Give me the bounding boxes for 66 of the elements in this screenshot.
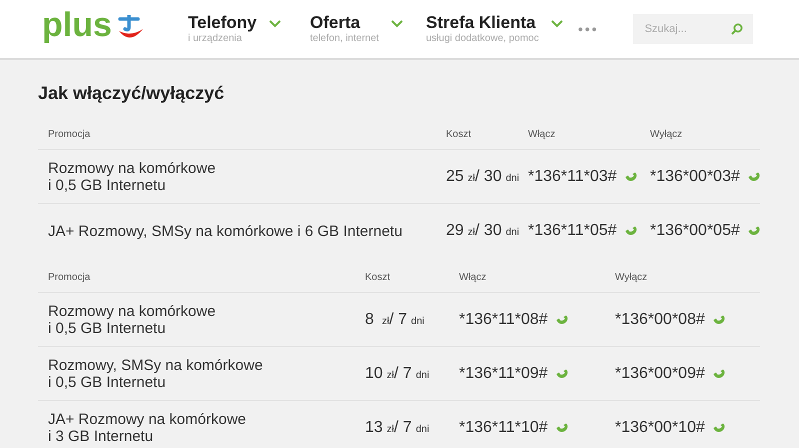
cost-period-unit: dni xyxy=(506,226,520,240)
chevron-down-icon xyxy=(390,20,403,28)
dial-code: *136*11*10# xyxy=(459,418,548,438)
promotion-name: i 3 GB Internetu xyxy=(48,428,154,445)
promotion-name: i 0,5 GB Internetu xyxy=(48,374,167,390)
phone-icon xyxy=(556,314,569,324)
dial-code: *136*11*08# xyxy=(459,310,548,330)
dial-code: *136*00*09# xyxy=(615,364,705,384)
column-header: Wyłącz xyxy=(650,128,684,142)
promotion-name: Rozmowy, SMSy na komórkowe xyxy=(48,356,264,374)
cost-amount: 8 xyxy=(365,310,375,330)
dial-code: *136*11*05# xyxy=(528,221,617,241)
dial-code: *136*00*08# xyxy=(615,310,705,330)
column-header: Promocja xyxy=(48,271,92,285)
cost-period-unit: dni xyxy=(506,172,520,186)
nav-menu-item[interactable]: Oferta telefon, internet xyxy=(310,12,426,46)
section-heading: Jak włączyć/wyłączyć xyxy=(38,82,226,105)
cost-period: / 30 xyxy=(475,221,502,241)
phone-icon xyxy=(712,314,726,324)
phone-icon xyxy=(748,226,761,236)
column-header: Koszt xyxy=(446,128,472,142)
cost-amount: 10 xyxy=(365,364,383,384)
cost-period: / 7 xyxy=(394,418,412,438)
cost-currency: zł xyxy=(386,424,394,437)
cost-period-unit: dni xyxy=(411,314,424,328)
dial-code: *136*00*05# xyxy=(650,221,740,241)
column-header: Koszt xyxy=(365,271,392,285)
promotion-name: i 0,5 GB Internetu xyxy=(48,176,167,194)
phone-icon xyxy=(624,172,638,182)
column-header: Wyłącz xyxy=(615,271,648,285)
cost-period: / 7 xyxy=(389,310,408,330)
cost-currency: zł xyxy=(468,172,476,186)
phone-icon xyxy=(556,368,569,378)
column-header: Włącz xyxy=(459,271,488,285)
cost-amount: 25 xyxy=(446,166,464,186)
cost-amount: 13 xyxy=(365,418,383,438)
nav-menu-item[interactable]: Strefa Klienta usługi dodatkowe, pomoc xyxy=(426,12,578,46)
cost-currency: zł xyxy=(386,370,394,382)
dial-code: *136*11*03# xyxy=(528,166,617,186)
phone-icon xyxy=(748,172,761,182)
promotion-name: i 0,5 GB Internetu xyxy=(48,320,167,336)
chevron-down-icon xyxy=(550,20,563,28)
phone-icon xyxy=(712,423,726,433)
promotion-name: Rozmowy na komórkowe xyxy=(48,302,217,320)
cost-period-unit: dni xyxy=(416,423,430,437)
promotion-name: JA+ Rozmowy na komórkowe xyxy=(48,411,247,428)
dial-code: *136*11*09# xyxy=(459,364,548,384)
phone-icon xyxy=(624,226,638,236)
chevron-down-icon xyxy=(268,20,281,28)
cost-period: / 30 xyxy=(475,166,502,186)
promotion-name: JA+ Rozmowy, SMSy na komórkowe i 6 GB Internetu xyxy=(48,222,404,240)
cost-amount: 29 xyxy=(446,221,464,241)
cost-period: / 7 xyxy=(394,364,412,384)
cost-currency: zł xyxy=(468,227,476,240)
nav-menu-item[interactable]: Telefony i urządzenia xyxy=(188,12,310,46)
dial-code: *136*00*03# xyxy=(650,166,740,186)
column-header: Włącz xyxy=(528,128,556,142)
cost-period-unit: dni xyxy=(416,368,430,382)
phone-icon xyxy=(712,368,726,378)
search-icon[interactable] xyxy=(730,23,743,35)
dial-code: *136*00*10# xyxy=(615,418,705,438)
search-field[interactable]: Szukaj... xyxy=(632,14,753,44)
cost-currency: zł xyxy=(382,316,390,328)
column-header: Promocja xyxy=(48,128,92,142)
phone-icon xyxy=(556,423,569,433)
promotion-name: Rozmowy na komórkowe xyxy=(48,160,217,176)
